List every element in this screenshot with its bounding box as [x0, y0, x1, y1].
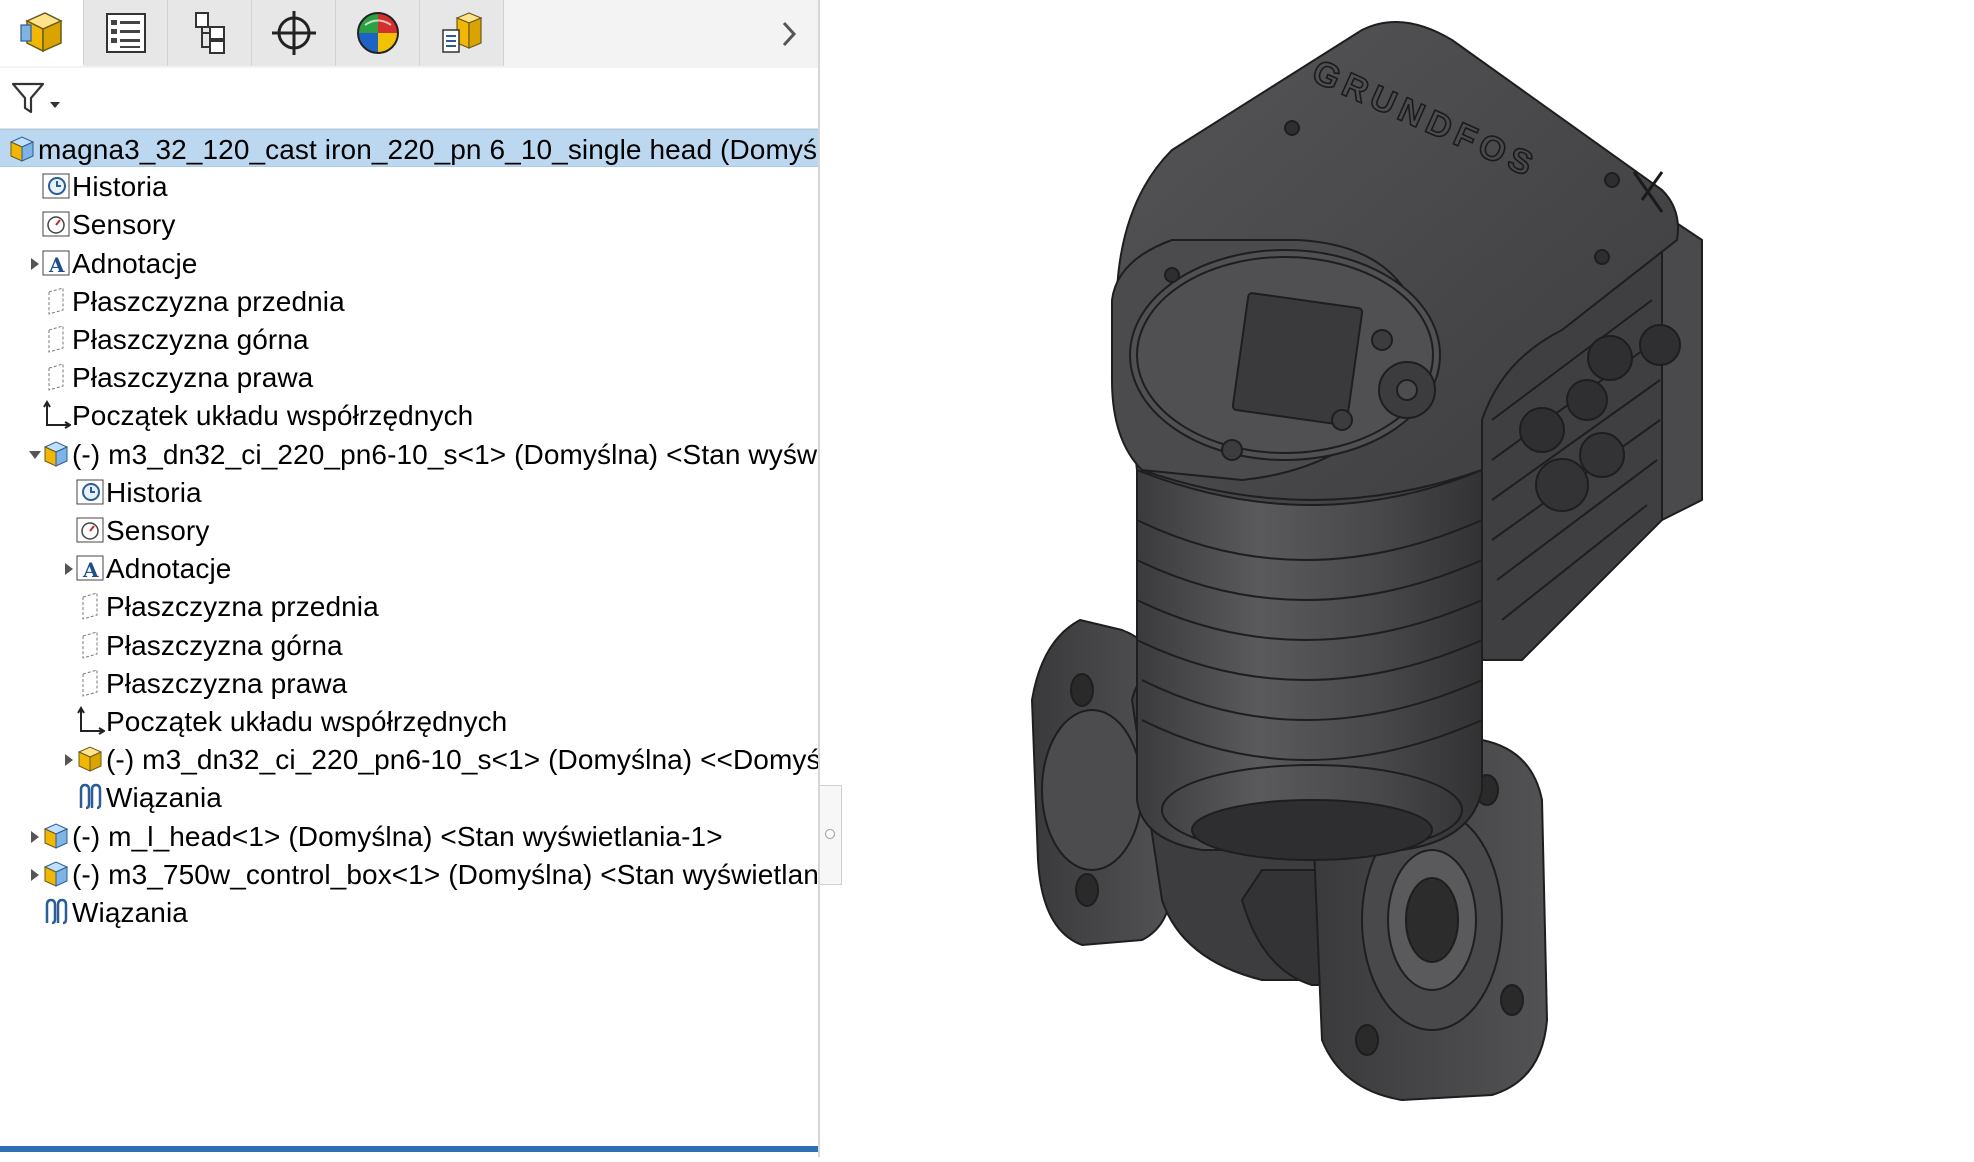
splitter-grip-icon	[825, 829, 835, 839]
plane-icon	[39, 322, 73, 356]
history-icon	[39, 169, 73, 203]
assembly-cubes-icon	[441, 12, 483, 53]
tree-row[interactable]: Płaszczyzna prawa	[0, 664, 818, 702]
tree-row-label: (-) m_l_head<1> (Domyślna) <Stan wyświet…	[72, 820, 723, 852]
origin-icon	[73, 704, 107, 738]
tree-row[interactable]: Sensory	[0, 511, 818, 549]
subassembly-icon	[39, 819, 73, 853]
mates-icon	[39, 895, 73, 929]
tree-row-label: Płaszczyzna górna	[72, 324, 309, 355]
tree-row-label: Płaszczyzna przednia	[106, 591, 379, 623]
tree-row[interactable]: A Adnotacje	[0, 549, 818, 587]
subassembly-icon	[39, 857, 73, 891]
tree-row[interactable]: (-) m_l_head<1> (Domyślna) <Stan wyświet…	[0, 817, 818, 855]
tree-row-label: Sensory	[106, 515, 210, 546]
manager-tabs	[0, 0, 818, 69]
tree-row-label: Płaszczyzna przednia	[72, 285, 345, 317]
cam-tab[interactable]	[420, 0, 504, 66]
part-cube-icon	[19, 12, 63, 53]
tree-row-label: (-) m3_750w_control_box<1> (Domyślna) <S…	[72, 858, 818, 890]
featuremanager-tab[interactable]	[0, 0, 84, 66]
plane-icon	[39, 360, 73, 394]
plane-icon	[39, 284, 73, 318]
sensors-icon	[73, 513, 107, 547]
tree-row-label: Początek układu współrzędnych	[72, 400, 474, 432]
tree-row-label: (-) m3_dn32_ci_220_pn6-10_s<1> (Domyślna…	[106, 744, 818, 776]
tree-row-label: Wiązania	[72, 897, 188, 928]
chevron-right-icon[interactable]	[774, 14, 804, 54]
tree-row[interactable]: magna3_32_120_cast iron_220_pn 6_10_sing…	[0, 129, 818, 168]
tree-row-label: Historia	[106, 476, 202, 508]
assembly-icon	[5, 132, 39, 166]
tree-row[interactable]: Sensory	[0, 205, 818, 243]
tree-row[interactable]: Płaszczyzna górna	[0, 626, 818, 664]
filter-bar	[0, 68, 818, 129]
graphics-viewport[interactable]: GRUNDFOS	[842, 0, 1974, 1157]
tree-row-label: Sensory	[72, 209, 176, 241]
tree-row-label: Adnotacje	[72, 247, 198, 279]
sensors-icon	[39, 207, 73, 241]
tree-row-label: magna3_32_120_cast iron_220_pn 6_10_sing…	[38, 134, 818, 165]
tree-row[interactable]: Historia	[0, 473, 818, 511]
tree-row[interactable]: (-) m3_dn32_ci_220_pn6-10_s<1> (Domyślna…	[0, 435, 818, 473]
tree-row[interactable]: Płaszczyzna przednia	[0, 282, 818, 320]
tree-row-label: Płaszczyzna prawa	[72, 362, 314, 394]
tree-row[interactable]: Historia	[0, 167, 818, 205]
appearance-sphere-icon	[356, 12, 399, 54]
filter-icon	[11, 82, 60, 114]
mates-icon	[73, 780, 107, 814]
tree-row-label: Płaszczyzna prawa	[106, 667, 348, 699]
tree-row[interactable]: Płaszczyzna prawa	[0, 358, 818, 396]
tree-row-label: Początek układu współrzędnych	[106, 706, 508, 737]
plane-icon	[73, 628, 107, 662]
tree-row[interactable]: Płaszczyzna przednia	[0, 587, 818, 625]
filter-dropdown-button[interactable]	[10, 80, 64, 118]
tree-row-label: Płaszczyzna górna	[106, 629, 343, 661]
svg-text:A: A	[82, 558, 99, 582]
tree-row[interactable]: (-) m3_750w_control_box<1> (Domyślna) <S…	[0, 855, 818, 893]
tree-row-label: Historia	[72, 171, 168, 203]
tree-row[interactable]: Wiązania	[0, 778, 818, 816]
dimxpert-tab[interactable]	[252, 0, 336, 66]
plane-icon	[73, 666, 107, 700]
history-icon	[73, 475, 107, 509]
annotations-icon: A	[73, 551, 107, 585]
propertymanager-tab[interactable]	[84, 0, 168, 66]
panel-splitter[interactable]	[820, 785, 842, 885]
svg-text:A: A	[48, 253, 65, 277]
subassembly-icon	[39, 437, 73, 471]
subassembly-yellow-icon	[73, 742, 107, 776]
tree-row[interactable]: Płaszczyzna górna	[0, 320, 818, 358]
panel-bottom-bar	[0, 1146, 818, 1152]
plane-icon	[73, 589, 107, 623]
annotations-icon: A	[39, 246, 73, 280]
feature-tree: magna3_32_120_cast iron_220_pn 6_10_sing…	[0, 129, 818, 1149]
tree-row[interactable]: Początek układu współrzędnych	[0, 702, 818, 740]
tree-row[interactable]: Początek układu współrzędnych	[0, 396, 818, 434]
feature-manager-panel: magna3_32_120_cast iron_220_pn 6_10_sing…	[0, 0, 820, 1157]
tree-row[interactable]: Wiązania	[0, 893, 818, 931]
property-list-icon	[105, 13, 146, 53]
tree-row[interactable]: (-) m3_dn32_ci_220_pn6-10_s<1> (Domyślna…	[0, 740, 818, 778]
tree-row-label: Adnotacje	[106, 553, 232, 585]
configurationmanager-tab[interactable]	[168, 0, 252, 66]
origin-icon	[39, 398, 73, 432]
displaymanager-tab[interactable]	[336, 0, 420, 66]
pump-3d-model[interactable]: GRUNDFOS	[842, 0, 1974, 1157]
crosshair-icon	[271, 11, 316, 55]
tree-row[interactable]: A Adnotacje	[0, 244, 818, 282]
tree-row-label: Wiązania	[106, 782, 222, 814]
configuration-tree-icon	[194, 12, 225, 54]
tree-row-label: (-) m3_dn32_ci_220_pn6-10_s<1> (Domyślna…	[72, 438, 818, 470]
